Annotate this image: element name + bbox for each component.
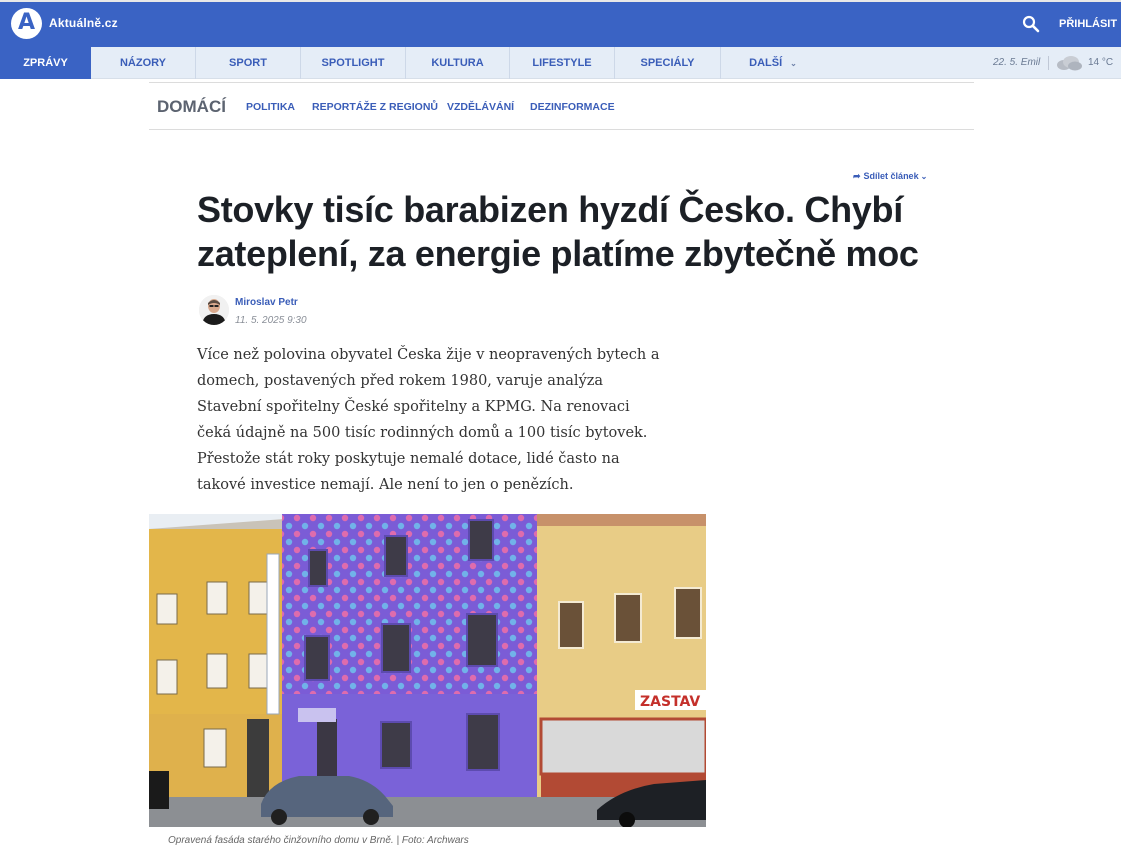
subnav-item-politika[interactable]: POLITIKA bbox=[246, 101, 295, 113]
avatar-image bbox=[199, 295, 229, 325]
nav-item-sport[interactable]: SPORT bbox=[196, 47, 301, 79]
article-photo[interactable]: ZASTAV bbox=[149, 514, 706, 827]
headline-line-2: zateplení, za energie platíme zbytečně m… bbox=[197, 233, 919, 274]
nav-item-label: SPORT bbox=[229, 57, 267, 69]
article-headline: Stovky tisíc barabizen hyzdí Česko. Chyb… bbox=[197, 188, 957, 276]
nav-item-label: NÁZORY bbox=[119, 57, 167, 69]
share-icon: ➦ bbox=[853, 171, 861, 181]
nav-item-specialy[interactable]: SPECIÁLY bbox=[615, 47, 721, 79]
divider bbox=[149, 82, 974, 83]
shop-sign-text: ZASTAV bbox=[640, 694, 700, 710]
search-icon[interactable] bbox=[1022, 15, 1040, 33]
nav-item-label: SPOTLIGHT bbox=[321, 57, 385, 69]
temperature: 14 °C bbox=[1088, 57, 1114, 68]
top-bar: A Aktuálně.cz PŘIHLÁSIT bbox=[0, 0, 1121, 47]
nav-item-nazory[interactable]: NÁZORY bbox=[91, 47, 196, 79]
login-button[interactable]: PŘIHLÁSIT bbox=[1059, 18, 1117, 30]
nav-item-zpravy[interactable]: ZPRÁVY bbox=[0, 47, 91, 79]
logo-letter: A bbox=[17, 10, 36, 35]
share-button[interactable]: ➦ Sdílet článek ⌄ bbox=[853, 171, 927, 182]
nav-item-label: DALŠÍ bbox=[749, 57, 783, 69]
headline-line-1: Stovky tisíc barabizen hyzdí Česko. Chyb… bbox=[197, 189, 903, 230]
nav-item-dalsi[interactable]: DALŠÍ ⌄ bbox=[721, 47, 825, 79]
nav-item-lifestyle[interactable]: LIFESTYLE bbox=[510, 47, 615, 79]
category-nav: ZPRÁVY NÁZORY SPORT SPOTLIGHT KULTURA LI… bbox=[0, 47, 1121, 79]
divider bbox=[149, 129, 974, 130]
subnav-item-vzdelavani[interactable]: VZDĚLÁVÁNÍ bbox=[447, 101, 514, 113]
nav-item-spotlight[interactable]: SPOTLIGHT bbox=[301, 47, 406, 79]
subnav-item-reportaze[interactable]: REPORTÁŽE Z REGIONŮ bbox=[312, 101, 438, 113]
share-label: Sdílet článek bbox=[863, 171, 919, 181]
subnav-item-dezinformace[interactable]: DEZINFORMACE bbox=[530, 101, 615, 113]
author-name[interactable]: Miroslav Petr bbox=[235, 297, 298, 308]
divider bbox=[1048, 56, 1049, 70]
author-avatar[interactable] bbox=[199, 295, 229, 325]
nav-item-label: KULTURA bbox=[431, 57, 484, 69]
photo-caption: Opravená fasáda starého činžovního domu … bbox=[168, 835, 469, 846]
section-title[interactable]: DOMÁCÍ bbox=[157, 97, 226, 117]
nav-item-label: ZPRÁVY bbox=[23, 57, 68, 69]
nameday-date: 22. 5. Emil bbox=[993, 57, 1041, 68]
cloud-icon bbox=[1057, 56, 1082, 71]
article-perex: Více než polovina obyvatel Česka žije v … bbox=[197, 347, 660, 493]
chevron-down-icon: ⌄ bbox=[920, 172, 928, 181]
publish-time: 11. 5. 2025 9:30 bbox=[235, 315, 307, 326]
building-facade-image: ZASTAV bbox=[149, 514, 706, 827]
logo-text[interactable]: Aktuálně.cz bbox=[49, 16, 118, 30]
nav-item-label: LIFESTYLE bbox=[532, 57, 592, 69]
nav-item-label: SPECIÁLY bbox=[640, 57, 695, 69]
logo-icon[interactable]: A bbox=[11, 8, 42, 39]
chevron-down-icon: ⌄ bbox=[790, 59, 797, 68]
nav-item-kultura[interactable]: KULTURA bbox=[406, 47, 510, 79]
